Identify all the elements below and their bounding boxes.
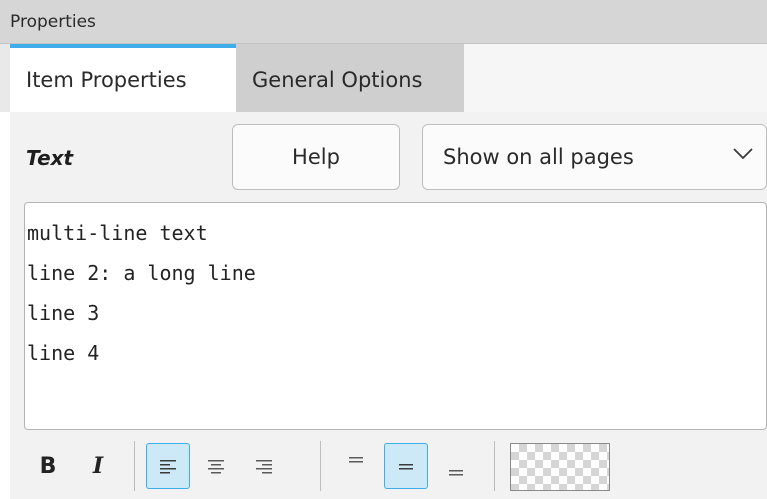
align-left-icon bbox=[160, 460, 176, 474]
valign-center-icon bbox=[399, 464, 413, 470]
panel-title: Properties bbox=[0, 0, 767, 44]
italic-icon: I bbox=[92, 453, 104, 479]
text-format-toolbar: B I bbox=[24, 437, 767, 495]
tab-bar: Item Properties General Options bbox=[0, 44, 767, 112]
visibility-select[interactable]: Show on all pages bbox=[422, 124, 767, 190]
bold-button[interactable]: B bbox=[26, 443, 70, 489]
tab-item-properties[interactable]: Item Properties bbox=[10, 44, 236, 112]
help-button[interactable]: Help bbox=[232, 124, 400, 190]
align-center-button[interactable] bbox=[194, 443, 238, 489]
italic-button[interactable]: I bbox=[76, 443, 120, 489]
align-right-icon bbox=[256, 460, 272, 474]
text-line: line 2: a long line bbox=[27, 261, 256, 285]
valign-top-button[interactable] bbox=[334, 443, 378, 489]
bold-icon: B bbox=[39, 453, 57, 479]
align-center-icon bbox=[208, 460, 224, 474]
color-swatch[interactable] bbox=[510, 443, 610, 491]
valign-bottom-icon bbox=[449, 470, 463, 476]
align-right-button[interactable] bbox=[242, 443, 286, 489]
toolbar-separator bbox=[494, 441, 495, 491]
valign-bottom-button[interactable] bbox=[434, 443, 478, 489]
item-properties-panel: Text Help Show on all pages multi-line t… bbox=[10, 112, 767, 499]
tab-general-options[interactable]: General Options bbox=[236, 44, 464, 112]
text-field-label: Text bbox=[26, 146, 74, 170]
chevron-down-icon bbox=[733, 148, 753, 160]
text-line: line 3 bbox=[27, 301, 100, 325]
text-line: line 4 bbox=[27, 341, 100, 365]
valign-top-icon bbox=[349, 457, 363, 463]
align-left-button[interactable] bbox=[146, 443, 190, 489]
visibility-select-value: Show on all pages bbox=[443, 145, 634, 169]
toolbar-separator bbox=[134, 441, 135, 491]
tab-bar-filler bbox=[464, 44, 767, 112]
toolbar-separator bbox=[320, 441, 321, 491]
text-editor[interactable]: multi-line text line 2: a long line line… bbox=[24, 202, 767, 430]
text-line: multi-line text bbox=[27, 221, 208, 245]
valign-center-button[interactable] bbox=[384, 443, 428, 489]
